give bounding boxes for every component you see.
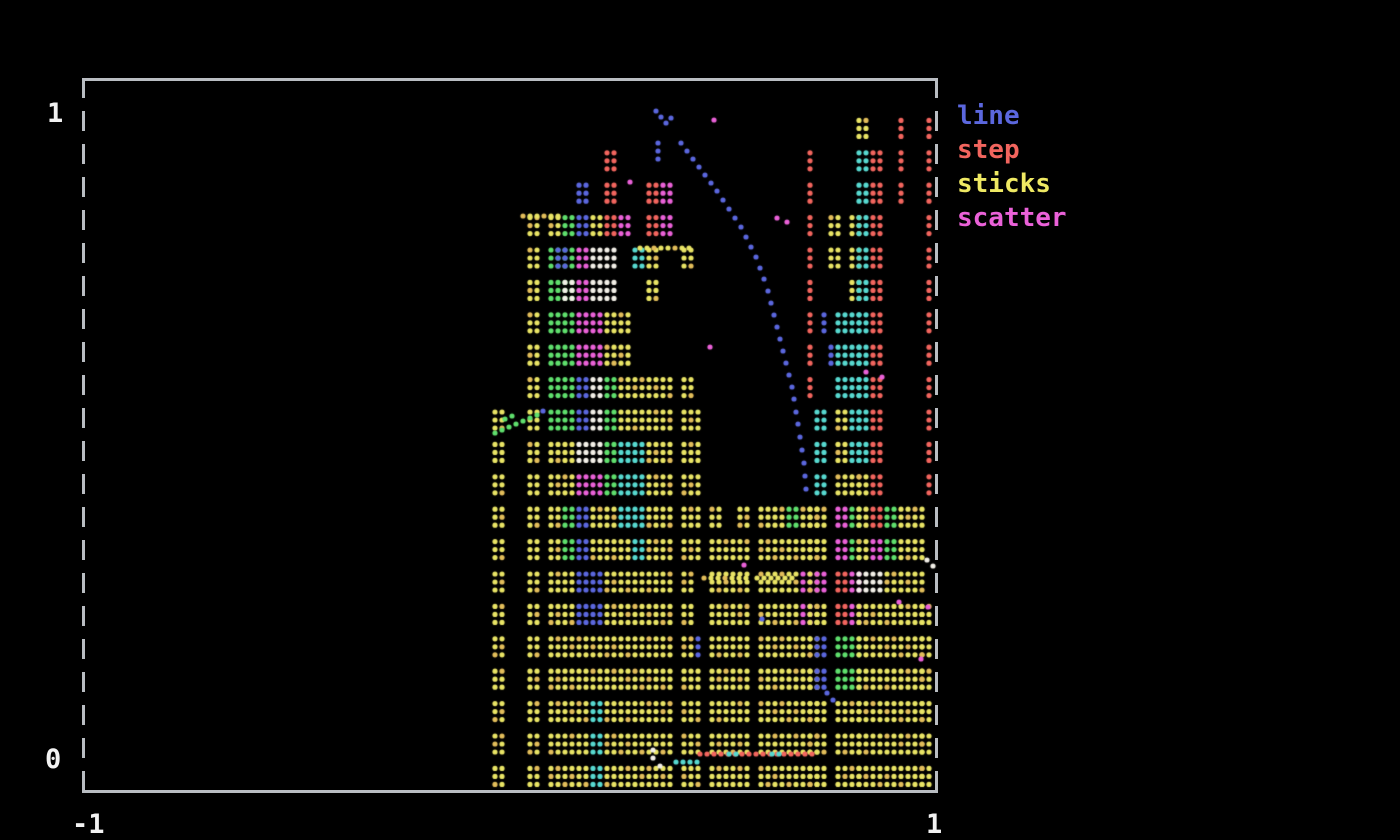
x-axis-tick-right: 1 [926,810,942,840]
x-axis-tick-left: -1 [72,810,105,840]
plot-dots-canvas [0,0,1400,840]
legend-item-sticks: sticks [957,167,1067,201]
terminal-chart-screen: 1 0 -1 1 line step sticks scatter [0,0,1400,840]
y-axis-tick-bottom: 0 [45,745,61,775]
legend-item-line: line [957,99,1067,133]
legend-item-scatter: scatter [957,201,1067,235]
legend-item-step: step [957,133,1067,167]
y-axis-tick-top: 1 [47,99,63,129]
legend: line step sticks scatter [957,99,1067,235]
